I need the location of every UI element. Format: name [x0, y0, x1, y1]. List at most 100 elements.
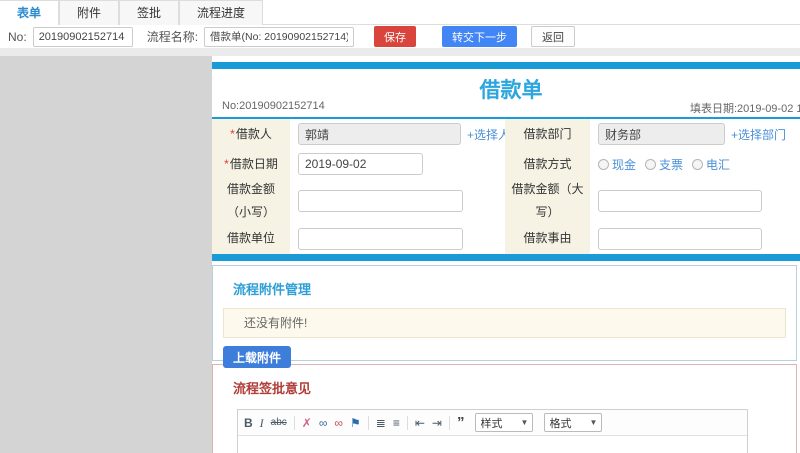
amount-upper-field	[590, 179, 800, 223]
radio-cash[interactable]: 现金	[598, 156, 636, 173]
loan-unit-label-text: 借款单位	[226, 231, 275, 246]
radio-circle-icon[interactable]	[692, 158, 704, 170]
borrower-input[interactable]	[298, 123, 461, 145]
no-input[interactable]	[32, 26, 133, 47]
tab-approval[interactable]: 签批	[119, 0, 180, 25]
loan-method-label: 借款方式	[505, 149, 590, 179]
bulleted-list-icon[interactable]: ≡	[393, 417, 400, 429]
radio-cash-label: 现金	[612, 157, 637, 172]
amount-lower-input[interactable]	[298, 190, 463, 212]
command-bar: No: 流程名称: 保存 转交下一步 返回	[0, 25, 800, 48]
loan-reason-label-text: 借款事由	[523, 231, 572, 246]
bold-icon[interactable]: B	[244, 417, 253, 429]
format-dropdown[interactable]: 格式 ▼	[544, 413, 603, 432]
rich-text-editor: B I abc ✗ ∞ ∞ ⚑ ≣ ≡ ⇤ ⇥ ” 样式 ▼ 格式 ▼	[237, 409, 748, 453]
approval-panel: 流程签批意见 B I abc ✗ ∞ ∞ ⚑ ≣ ≡ ⇤ ⇥ ” 样式 ▼ 格式…	[212, 364, 797, 453]
remove-format-icon[interactable]: ✗	[302, 417, 312, 429]
toolbar-separator	[406, 415, 408, 430]
radio-circle-icon[interactable]	[645, 158, 657, 170]
back-button[interactable]: 返回	[531, 26, 576, 47]
radio-cheque[interactable]: 支票	[645, 156, 683, 173]
form-title: 借款单	[479, 79, 543, 102]
toolbar-separator	[293, 415, 295, 430]
blockquote-icon[interactable]: ”	[457, 415, 465, 430]
attachments-panel: 流程附件管理 还没有附件! 上载附件	[212, 265, 797, 368]
no-attachments-message: 还没有附件!	[223, 308, 786, 338]
amount-upper-label: 借款金额（大写）	[505, 179, 590, 223]
panel-top-bar	[212, 62, 800, 69]
radio-wire-label: 电汇	[706, 157, 731, 172]
save-button[interactable]: 保存	[374, 26, 417, 47]
upload-attachment-button[interactable]: 上载附件	[223, 346, 292, 368]
process-name-label: 流程名称:	[146, 30, 199, 44]
loan-date-field	[290, 149, 505, 179]
panel-bottom-bar	[212, 254, 800, 261]
unlink-icon[interactable]: ∞	[334, 417, 343, 429]
department-field: +选择部门	[590, 119, 800, 149]
chevron-down-icon: ▼	[520, 418, 529, 427]
editor-toolbar: B I abc ✗ ∞ ∞ ⚑ ≣ ≡ ⇤ ⇥ ” 样式 ▼ 格式 ▼	[238, 410, 747, 436]
select-department-link[interactable]: +选择部门	[731, 126, 786, 143]
borrower-label: * 借款人	[212, 119, 290, 149]
radio-circle-icon[interactable]	[598, 158, 609, 170]
form-row-borrower: *借款人 +选择人员 借款部门 +选择部门	[212, 119, 800, 149]
editor-content-area[interactable]	[238, 436, 747, 453]
format-dropdown-label: 格式	[549, 417, 572, 430]
tab-bar: 表单 附件 签批 流程进度	[0, 0, 800, 25]
loan-method-radio-group: 现金 支票 电汇	[598, 156, 730, 173]
loan-unit-field	[290, 223, 505, 254]
chevron-down-icon: ▼	[589, 418, 598, 427]
loan-date-label-text: 借款日期	[229, 156, 278, 171]
link-icon[interactable]: ∞	[319, 417, 328, 429]
approval-title: 流程签批意见	[233, 381, 312, 396]
loan-unit-label: 借款单位	[212, 223, 290, 254]
work-area: 借款单 No:20190902152714 填表日期:2019-09-02 15…	[212, 56, 800, 453]
form-meta-row: No:20190902152714 填表日期:2019-09-02 15:27:…	[212, 99, 800, 115]
loan-reason-label: 借款事由	[505, 223, 590, 254]
strikethrough-icon[interactable]: abc	[271, 417, 287, 428]
tab-attachments[interactable]: 附件	[59, 0, 120, 25]
form-no-text: No:20190902152714	[222, 100, 325, 112]
next-step-button[interactable]: 转交下一步	[442, 26, 518, 47]
italic-icon[interactable]: I	[260, 417, 264, 429]
left-gray-area	[0, 56, 212, 453]
loan-method-field: 现金 支票 电汇	[590, 149, 800, 179]
process-name-input[interactable]	[204, 26, 355, 47]
loan-reason-input[interactable]	[598, 227, 762, 250]
anchor-flag-icon[interactable]: ⚑	[350, 417, 361, 429]
required-marker: *	[224, 156, 229, 171]
loan-form-panel: 借款单 No:20190902152714 填表日期:2019-09-02 15…	[212, 62, 800, 261]
amount-upper-input[interactable]	[598, 190, 762, 212]
radio-cheque-label: 支票	[659, 157, 684, 172]
style-dropdown-label: 样式	[480, 417, 503, 430]
numbered-list-icon[interactable]: ≣	[376, 417, 386, 429]
content-region: 借款单 No:20190902152714 填表日期:2019-09-02 15…	[0, 48, 800, 453]
outdent-icon[interactable]: ⇤	[415, 417, 425, 429]
amount-lower-label: 借款金额（小写）	[212, 179, 290, 223]
amount-lower-label-text: 借款金额（小写）	[226, 182, 275, 219]
tab-process-progress[interactable]: 流程进度	[179, 0, 264, 25]
form-row-amount: 借款金额（小写） 借款金额（大写）	[212, 179, 800, 223]
toolbar-separator	[448, 415, 450, 430]
amount-upper-label-text: 借款金额（大写）	[511, 182, 584, 219]
department-input[interactable]	[598, 123, 725, 145]
department-label: 借款部门	[505, 119, 590, 149]
required-marker: *	[230, 126, 235, 141]
radio-wire[interactable]: 电汇	[692, 156, 730, 173]
attachments-title: 流程附件管理	[233, 282, 312, 297]
borrower-field: +选择人员	[290, 119, 522, 149]
loan-date-input[interactable]	[298, 153, 423, 175]
form-date-text: 填表日期:2019-09-02 15:27:1	[690, 103, 800, 115]
loan-date-label: * 借款日期	[212, 149, 290, 179]
loan-reason-field	[590, 223, 800, 254]
department-label-text: 借款部门	[523, 126, 572, 141]
style-dropdown[interactable]: 样式 ▼	[475, 413, 534, 432]
indent-icon[interactable]: ⇥	[432, 417, 442, 429]
form-row-date-method: *借款日期 借款方式 现金	[212, 149, 800, 179]
loan-unit-input[interactable]	[298, 227, 463, 250]
amount-lower-field	[290, 179, 505, 223]
tab-form[interactable]: 表单	[0, 0, 60, 25]
loan-method-label-text: 借款方式	[523, 156, 572, 171]
borrower-label-text: 借款人	[235, 126, 272, 141]
page: 表单 附件 签批 流程进度 No: 流程名称: 保存 转交下一步 返回 借款单 …	[0, 0, 800, 453]
